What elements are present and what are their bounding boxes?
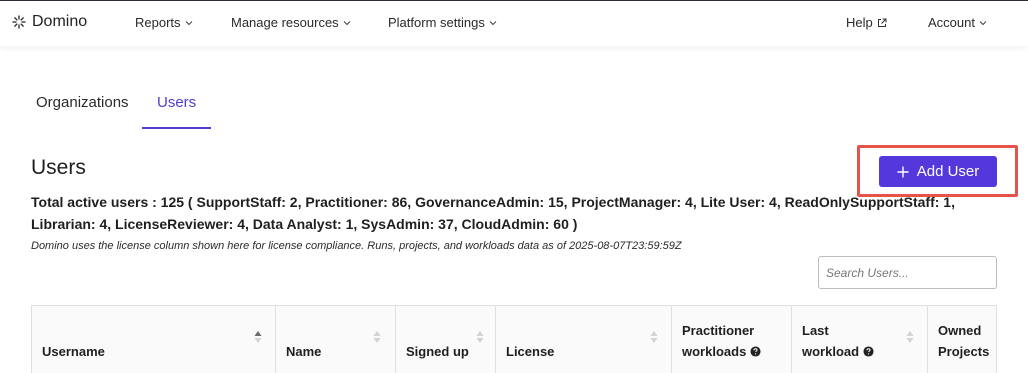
column-header-username[interactable]: Username — [32, 306, 276, 373]
nav-platform-settings[interactable]: Platform settings — [388, 15, 497, 30]
column-header-practitioner-workloads[interactable]: Practitioner workloads — [672, 306, 792, 373]
chevron-down-icon — [343, 20, 351, 25]
add-user-label: Add User — [916, 163, 980, 180]
sort-icon[interactable] — [373, 330, 381, 344]
column-label: Username — [42, 344, 105, 359]
column-header-license[interactable]: License — [496, 306, 672, 373]
nav-account[interactable]: Account — [928, 15, 987, 30]
column-label-line1: Last — [802, 323, 829, 338]
column-label-line2: Projects — [938, 344, 990, 359]
column-header-name[interactable]: Name — [276, 306, 396, 373]
column-label: License — [506, 344, 555, 359]
nav-reports[interactable]: Reports — [135, 15, 193, 30]
users-table: Username Name Signed up License Practiti… — [31, 305, 997, 373]
brand[interactable]: Domino — [12, 13, 87, 31]
tab-users[interactable]: Users — [157, 94, 196, 111]
column-label-line2: workloads — [682, 344, 747, 359]
column-header-signed-up[interactable]: Signed up — [396, 306, 496, 373]
chevron-down-icon — [489, 20, 497, 25]
add-user-button[interactable]: Add User — [879, 156, 997, 187]
sort-icon[interactable] — [650, 330, 658, 344]
nav-account-label: Account — [928, 15, 975, 30]
license-note: Domino uses the license column shown her… — [31, 240, 682, 252]
page-title: Users — [31, 156, 86, 179]
nav-manage-resources-label: Manage resources — [231, 15, 339, 30]
help-circle-icon[interactable] — [750, 346, 761, 357]
column-label-line1: Practitioner — [682, 323, 755, 338]
nav-manage-resources[interactable]: Manage resources — [231, 15, 351, 30]
help-circle-icon[interactable] — [863, 346, 874, 357]
column-header-last-workload[interactable]: Last workload — [792, 306, 928, 373]
nav-platform-settings-label: Platform settings — [388, 15, 485, 30]
external-link-icon — [877, 18, 887, 27]
plus-icon — [897, 166, 909, 177]
nav-help[interactable]: Help — [846, 15, 887, 30]
search-users-input[interactable] — [818, 256, 997, 289]
sort-icon[interactable] — [476, 330, 484, 344]
chevron-down-icon — [185, 20, 192, 25]
nav-reports-label: Reports — [135, 15, 181, 30]
sort-icon[interactable] — [906, 330, 914, 344]
nav-help-label: Help — [846, 15, 873, 30]
column-header-owned-projects[interactable]: Owned Projects — [928, 306, 998, 373]
top-nav: Domino Reports Manage resources Platform… — [0, 0, 1028, 46]
column-label-line2: workload — [802, 344, 860, 359]
active-tab-indicator — [142, 127, 211, 129]
chevron-down-icon — [979, 20, 987, 25]
domino-logo-icon — [12, 15, 26, 29]
tab-organizations[interactable]: Organizations — [36, 94, 129, 111]
column-label: Name — [286, 344, 322, 359]
active-users-summary: Total active users : 125 ( SupportStaff:… — [31, 194, 955, 232]
brand-name: Domino — [32, 13, 88, 30]
column-label: Signed up — [406, 344, 469, 359]
sort-icon[interactable] — [254, 330, 262, 344]
column-label-line1: Owned — [938, 323, 982, 338]
